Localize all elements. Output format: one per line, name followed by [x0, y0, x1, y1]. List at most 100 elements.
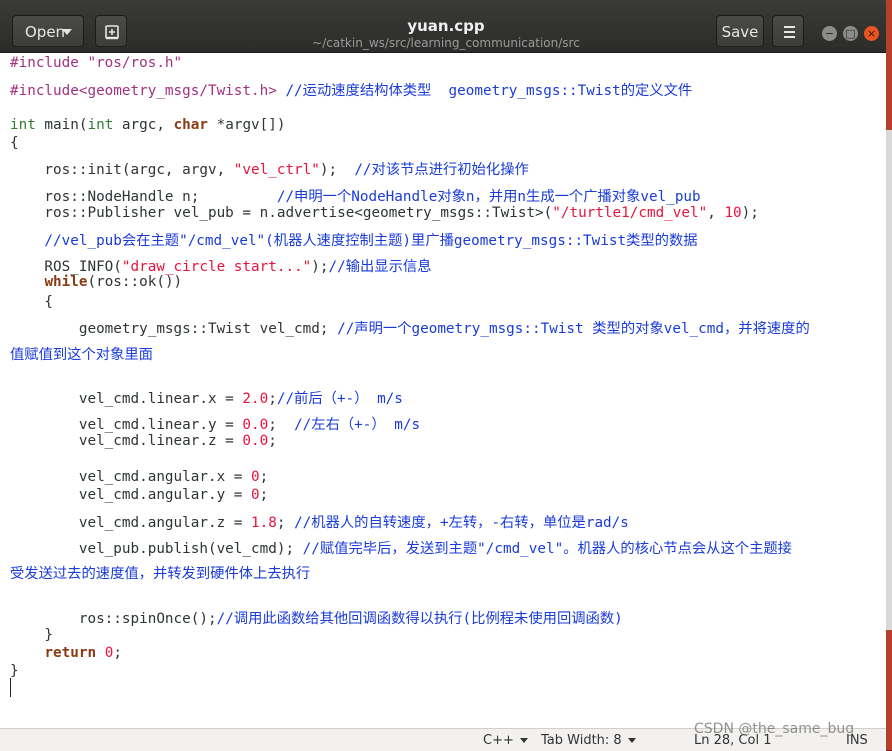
code-line: ros::Publisher vel_pub = n.advertise<geo…	[10, 205, 759, 221]
chevron-down-icon	[519, 738, 528, 743]
code-text: ,	[707, 205, 725, 221]
code-text: ;	[268, 433, 277, 449]
window-title: yuan.cpp	[407, 17, 485, 35]
code-line: while(ros::ok())	[10, 274, 182, 290]
menu-icon-bar	[784, 36, 795, 38]
code-line: ros::NodeHandle n; //申明一个NodeHandle对象n，并…	[10, 185, 700, 206]
number-literal: 10	[724, 205, 742, 221]
number-literal: 0.0	[242, 417, 269, 433]
comment-text: //输出显示信息	[328, 259, 432, 275]
header-bar: Open yuan.cpp ~/catkin_ws/src/learning_c…	[0, 0, 886, 53]
code-text: ;	[276, 515, 295, 531]
comment-text: //vel_pub会在主题"/cmd_vel"(机器人速度控制主题)里广播geo…	[10, 233, 698, 249]
comment-text: 值赋值到这个对象里面	[10, 347, 153, 363]
type-keyword: int	[87, 117, 114, 133]
number-literal: 2.0	[242, 391, 269, 407]
code-line: //vel_pub会在主题"/cmd_vel"(机器人速度控制主题)里广播geo…	[10, 229, 698, 250]
code-text: vel_pub.publish(vel_cmd);	[10, 541, 303, 557]
string-literal: "vel_ctrl"	[233, 162, 320, 178]
code-line: 受发送过去的速度值，并转发到硬件体上去执行	[10, 562, 310, 583]
type-keyword: int	[10, 117, 36, 133]
code-text: vel_cmd.angular.y =	[10, 487, 252, 503]
code-text: {	[10, 135, 19, 151]
code-text: ;	[259, 487, 269, 503]
comment-text: //左右（+-） m/s	[294, 417, 421, 433]
code-text: ;	[113, 645, 122, 661]
number-literal: 1.8	[251, 515, 277, 531]
code-text: }	[10, 627, 54, 643]
chevron-down-icon	[627, 738, 636, 743]
language-label: C++	[483, 733, 514, 748]
code-text: vel_cmd.angular.z =	[10, 515, 252, 531]
gedit-window: Open yuan.cpp ~/catkin_ws/src/learning_c…	[0, 0, 886, 751]
preprocessor-text: #include "ros/ros.h"	[10, 55, 183, 71]
code-line: ros::init(argc, argv, "vel_ctrl"); //对该节…	[10, 158, 529, 179]
code-text: vel_cmd.angular.x =	[10, 469, 252, 485]
code-text: ;	[268, 391, 277, 407]
comment-text: //机器人的自转速度，+左转，-右转，单位是rad/s	[294, 515, 629, 531]
code-line: 值赋值到这个对象里面	[10, 343, 153, 364]
open-button-label: Open	[25, 23, 66, 41]
code-line: vel_cmd.angular.x = 0;	[10, 469, 268, 485]
save-button[interactable]: Save	[716, 15, 764, 47]
number-literal: 0.0	[242, 433, 269, 449]
tab-width-selector[interactable]: Tab Width: 8	[541, 733, 636, 748]
code-editor[interactable]: #include "ros/ros.h" #include<geometry_m…	[0, 53, 886, 728]
string-literal: "draw_circle start..."	[121, 259, 312, 275]
code-text: argc,	[113, 117, 174, 133]
menu-icon-bar	[784, 31, 795, 33]
text-cursor	[10, 678, 11, 697]
code-text: {	[10, 294, 54, 310]
code-line: ros::spinOnce();//调用此函数给其他回调函数得以执行(比例程未使…	[10, 607, 623, 628]
menu-icon-bar	[784, 26, 795, 28]
preprocessor-text: #include<geometry_msgs/Twist.h>	[10, 83, 277, 99]
code-text: );	[319, 162, 355, 178]
close-button[interactable]: ×	[864, 26, 879, 41]
code-text: ros::NodeHandle n;	[10, 189, 277, 205]
watermark: CSDN @the_same_bug	[694, 721, 855, 737]
code-text: *argv[])	[208, 117, 286, 133]
code-text: vel_cmd.linear.y =	[10, 417, 243, 433]
code-text: ros::spinOnce();	[10, 611, 217, 627]
language-selector[interactable]: C++	[483, 733, 528, 748]
comment-text: //调用此函数给其他回调函数得以执行(比例程未使用回调函数)	[216, 611, 623, 627]
maximize-button[interactable]: □	[843, 26, 858, 41]
code-line: }	[10, 663, 19, 679]
code-text: ROS_INFO(	[10, 259, 122, 275]
hamburger-menu-button[interactable]	[772, 15, 804, 47]
window-subtitle: ~/catkin_ws/src/learning_communication/s…	[312, 36, 580, 50]
code-text: );	[741, 205, 759, 221]
code-line: #include "ros/ros.h"	[10, 55, 182, 71]
number-literal: 0	[251, 469, 260, 485]
code-line: {	[10, 294, 53, 310]
code-text: main(	[35, 117, 88, 133]
code-line: vel_cmd.linear.x = 2.0;//前后（+-） m/s	[10, 387, 403, 408]
code-text: vel_cmd.linear.z =	[10, 433, 243, 449]
comment-text: 受发送过去的速度值，并转发到硬件体上去执行	[10, 566, 311, 582]
new-tab-button[interactable]	[95, 15, 127, 47]
code-line: {	[10, 135, 19, 151]
comment-text: //声明一个geometry_msgs::Twist 类型的对象vel_cmd，…	[337, 321, 810, 337]
code-line: }	[10, 627, 53, 643]
new-document-icon	[105, 25, 119, 40]
code-line: int main(int argc, char *argv[])	[10, 117, 285, 133]
code-line: geometry_msgs::Twist vel_cmd; //声明一个geom…	[10, 317, 810, 338]
code-line: #include<geometry_msgs/Twist.h> //运动速度结构…	[10, 79, 692, 100]
code-line: vel_cmd.angular.z = 1.8; //机器人的自转速度，+左转，…	[10, 511, 629, 532]
code-text: }	[10, 663, 19, 679]
code-line: ROS_INFO("draw_circle start...");//输出显示信…	[10, 255, 432, 276]
minimize-button[interactable]: −	[822, 26, 837, 41]
tab-width-label: Tab Width: 8	[541, 733, 622, 748]
code-line: return 0;	[10, 645, 122, 661]
open-button[interactable]: Open	[12, 15, 84, 47]
comment-text: //赋值完毕后，发送到主题"/cmd_vel"。机器人的核心节点会从这个主题接	[302, 541, 792, 557]
code-text: geometry_msgs::Twist vel_cmd;	[10, 321, 338, 337]
code-text: );	[311, 259, 329, 275]
comment-text: //对该节点进行初始化操作	[354, 162, 529, 178]
code-text: ;	[268, 417, 295, 433]
comment-text: //运动速度结构体类型 geometry_msgs::Twist的定义文件	[276, 83, 693, 99]
keyword: return	[44, 645, 97, 661]
code-text: ;	[259, 469, 269, 485]
code-text: (ros::ok())	[87, 274, 183, 290]
